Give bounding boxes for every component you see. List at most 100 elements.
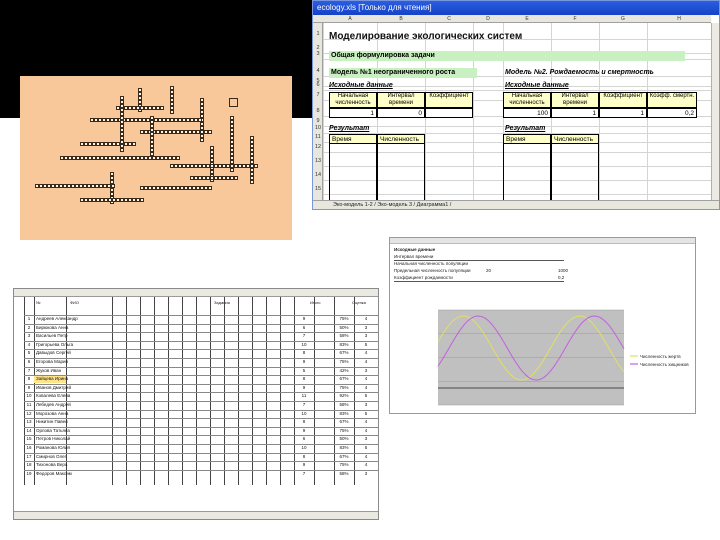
total-score[interactable]: 10 (294, 411, 314, 416)
row-number[interactable]: 9 (24, 385, 34, 390)
row-label[interactable]: 11 (313, 134, 323, 140)
result-header-time-left[interactable]: Время (329, 134, 377, 144)
result-header-count-right[interactable]: Численность (551, 134, 599, 144)
percent-score[interactable]: 58% (334, 333, 354, 338)
student-name[interactable]: Федоров Максим (36, 471, 111, 476)
row-number[interactable]: 1 (24, 316, 34, 321)
total-score[interactable]: 8 (294, 350, 314, 355)
left-header-cell[interactable]: Интервал времени (377, 92, 425, 108)
percent-score[interactable]: 75% (334, 359, 354, 364)
total-score[interactable]: 8 (294, 419, 314, 424)
percent-score[interactable]: 75% (334, 428, 354, 433)
column-label[interactable]: F (551, 15, 599, 23)
column-label[interactable]: H (647, 15, 711, 23)
student-name[interactable]: Петров Николай (36, 436, 111, 441)
total-score[interactable]: 7 (294, 402, 314, 407)
student-name[interactable]: Григорьева Ольга (36, 342, 111, 347)
sheet-tabs[interactable]: Эко-модель 1-2 / Эко-модель 3 / Диаграмм… (313, 200, 719, 209)
row-number[interactable]: 12 (24, 411, 34, 416)
total-score[interactable]: 9 (294, 428, 314, 433)
row-number[interactable]: 4 (24, 342, 34, 347)
row-number[interactable]: 3 (24, 333, 34, 338)
grade-value[interactable]: 3 (354, 368, 378, 373)
row-label[interactable]: 12 (313, 144, 323, 150)
total-score[interactable]: 11 (294, 393, 314, 398)
percent-score[interactable]: 67% (334, 419, 354, 424)
result-column-right[interactable] (551, 144, 599, 202)
total-score[interactable]: 7 (294, 333, 314, 338)
total-score[interactable]: 10 (294, 445, 314, 450)
row-number[interactable]: 15 (24, 436, 34, 441)
row-label[interactable]: 15 (313, 186, 323, 192)
percent-score[interactable]: 83% (334, 411, 354, 416)
grade-value[interactable]: 5 (354, 393, 378, 398)
student-name[interactable]: Никитин Павел (36, 419, 111, 424)
student-name[interactable]: Лебедев Андрей (36, 402, 111, 407)
grade-value[interactable]: 3 (354, 471, 378, 476)
row-number[interactable]: 6 (24, 359, 34, 364)
percent-score[interactable]: 75% (334, 462, 354, 467)
grade-value[interactable]: 4 (354, 428, 378, 433)
left-header-cell[interactable]: Коэффициент (425, 92, 473, 108)
row-number[interactable]: 7 (24, 368, 34, 373)
grade-value[interactable]: 5 (354, 411, 378, 416)
row-number[interactable]: 10 (24, 393, 34, 398)
row-number[interactable]: 17 (24, 454, 34, 459)
percent-score[interactable]: 42% (334, 368, 354, 373)
row-number[interactable]: 14 (24, 428, 34, 433)
student-name[interactable]: Тихонова Вера (36, 462, 111, 467)
result-column-left[interactable] (377, 144, 425, 202)
student-name[interactable]: Ковалева Елена (36, 393, 111, 398)
student-name[interactable]: Бирюкова Анна (36, 325, 111, 330)
horizontal-scrollbar[interactable] (14, 511, 378, 519)
grade-value[interactable]: 4 (354, 350, 378, 355)
row-number[interactable]: 18 (24, 462, 34, 467)
student-name[interactable]: Зайцева Ирина (36, 376, 111, 381)
student-name[interactable]: Васильев Петр (36, 333, 111, 338)
percent-score[interactable]: 58% (334, 402, 354, 407)
population-chart[interactable] (390, 238, 696, 414)
student-name[interactable]: Егорова Мария (36, 359, 111, 364)
row-number[interactable]: 5 (24, 350, 34, 355)
total-score[interactable]: 6 (294, 436, 314, 441)
row-label[interactable]: 1 (313, 31, 323, 37)
percent-score[interactable]: 75% (334, 385, 354, 390)
row-label[interactable]: 4 (313, 68, 323, 74)
column-label[interactable]: B (377, 15, 425, 23)
total-score[interactable]: 9 (294, 385, 314, 390)
total-score[interactable]: 10 (294, 342, 314, 347)
right-header-cell[interactable]: Начальная численность (503, 92, 551, 108)
row-number[interactable]: 2 (24, 325, 34, 330)
row-label[interactable]: 8 (313, 108, 323, 114)
grade-value[interactable]: 4 (354, 462, 378, 467)
percent-score[interactable]: 83% (334, 445, 354, 450)
student-name[interactable]: Андреев Александр (36, 316, 111, 321)
right-header-cell[interactable]: Интервал времени (551, 92, 599, 108)
right-value-cell[interactable]: 0,2 (647, 108, 697, 118)
grade-value[interactable]: 3 (354, 325, 378, 330)
right-value-cell[interactable]: 1 (551, 108, 599, 118)
result-column-left[interactable] (329, 144, 377, 202)
student-name[interactable]: Морозова Анна (36, 411, 111, 416)
row-label[interactable]: 10 (313, 125, 323, 131)
row-label[interactable]: 13 (313, 158, 323, 164)
percent-score[interactable]: 92% (334, 393, 354, 398)
student-name[interactable]: Давыдов Сергей (36, 350, 111, 355)
grade-value[interactable]: 4 (354, 359, 378, 364)
student-name[interactable]: Иванов Дмитрий (36, 385, 111, 390)
result-column-right[interactable] (503, 144, 551, 202)
grade-value[interactable]: 3 (354, 436, 378, 441)
row-number[interactable]: 19 (24, 471, 34, 476)
total-score[interactable]: 8 (294, 376, 314, 381)
grade-value[interactable]: 5 (354, 342, 378, 347)
row-number[interactable]: 11 (24, 402, 34, 407)
total-score[interactable]: 5 (294, 368, 314, 373)
grade-value[interactable]: 4 (354, 385, 378, 390)
row-label[interactable]: 3 (313, 51, 323, 57)
grade-value[interactable]: 4 (354, 454, 378, 459)
right-value-cell[interactable]: 1 (599, 108, 647, 118)
total-score[interactable]: 7 (294, 471, 314, 476)
percent-score[interactable]: 83% (334, 342, 354, 347)
student-name[interactable]: Смирнов Олег (36, 454, 111, 459)
student-name[interactable]: Жуков Иван (36, 368, 111, 373)
